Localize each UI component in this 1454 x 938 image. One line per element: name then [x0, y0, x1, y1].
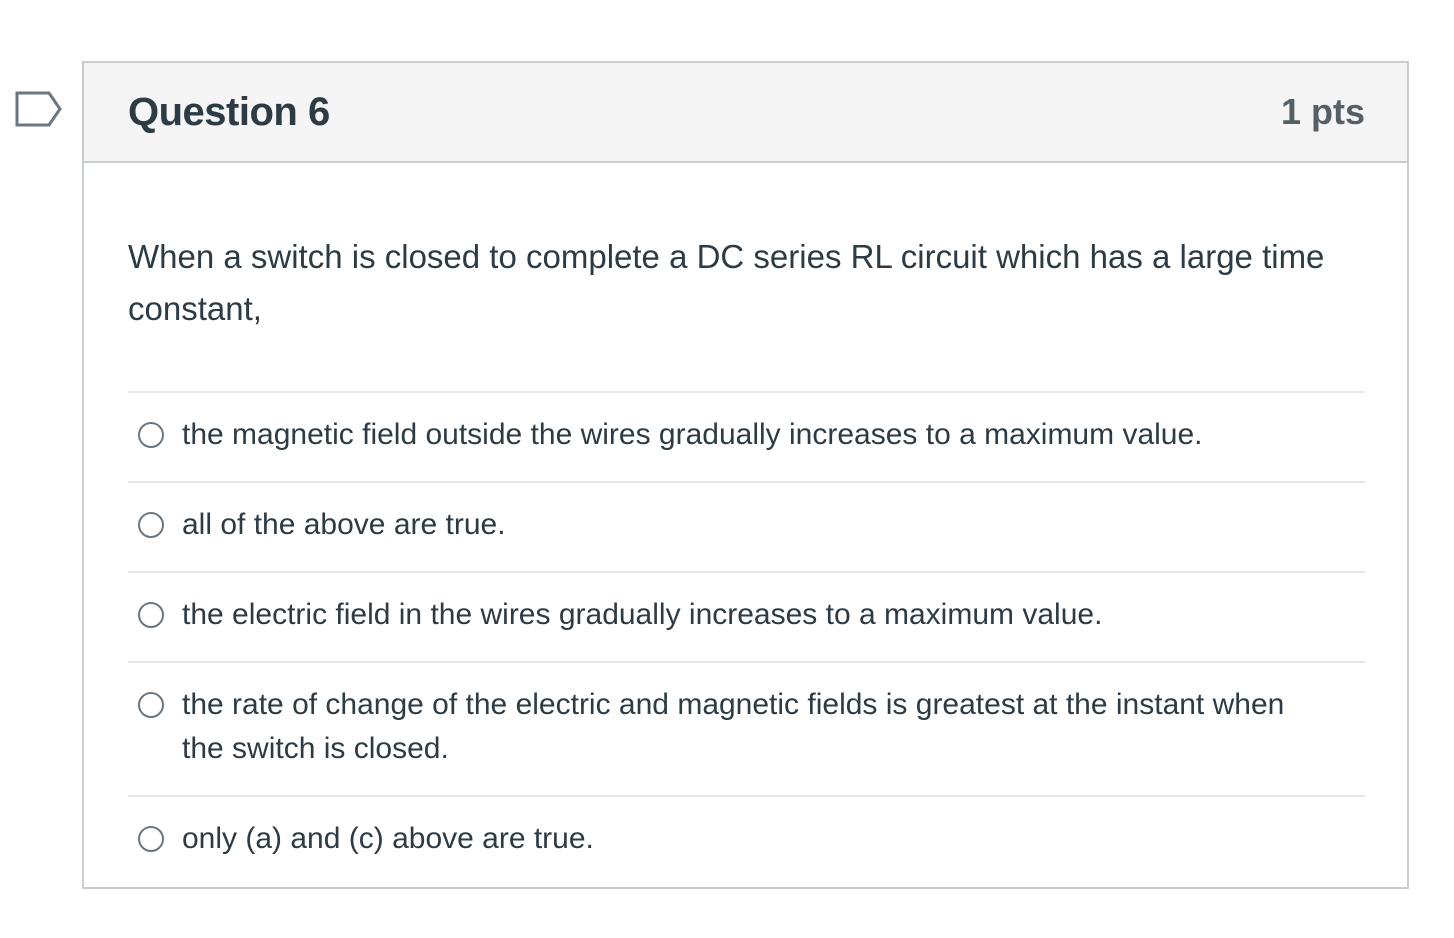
question-title: Question 6 [128, 89, 330, 134]
radio-button[interactable] [138, 422, 164, 448]
answer-label: all of the above are true. [182, 508, 506, 541]
flag-question-icon [15, 91, 62, 127]
radio-button[interactable] [138, 826, 164, 852]
answer-label: only (a) and (c) above are true. [182, 822, 594, 855]
answer-label: the electric field in the wires graduall… [182, 598, 1103, 631]
quiz-page: Question 6 1 pts When a switch is closed… [0, 0, 1454, 938]
question-points: 1 pts [1280, 91, 1365, 132]
answer-label: the rate of change of the electric and m… [182, 688, 1285, 765]
answer-option-2[interactable]: all of the above are true. [128, 483, 1365, 573]
question-text: When a switch is closed to complete a DC… [128, 238, 1325, 327]
question-header: Question 6 1 pts [84, 63, 1407, 163]
flag-question-button[interactable] [14, 90, 64, 130]
answer-label: the magnetic field outside the wires gra… [182, 418, 1203, 451]
question-card: Question 6 1 pts When a switch is closed… [82, 61, 1409, 889]
answer-option-3[interactable]: the electric field in the wires graduall… [128, 573, 1365, 663]
question-body: When a switch is closed to complete a DC… [84, 163, 1407, 885]
radio-button[interactable] [138, 692, 164, 718]
answer-option-4[interactable]: the rate of change of the electric and m… [128, 663, 1365, 797]
answer-option-1[interactable]: the magnetic field outside the wires gra… [128, 393, 1365, 483]
radio-button[interactable] [138, 512, 164, 538]
answer-option-5[interactable]: only (a) and (c) above are true. [128, 797, 1365, 885]
answer-list: the magnetic field outside the wires gra… [128, 391, 1365, 885]
radio-button[interactable] [138, 602, 164, 628]
